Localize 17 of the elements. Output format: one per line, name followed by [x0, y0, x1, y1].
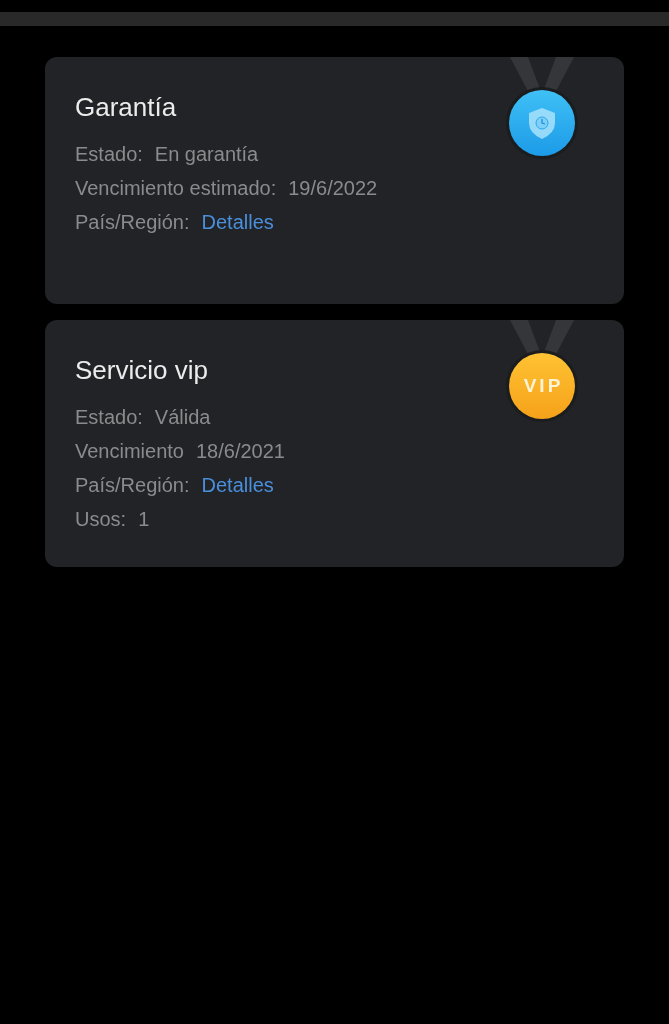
- details-link[interactable]: Detalles: [201, 209, 274, 235]
- field-value: 19/6/2022: [288, 176, 378, 201]
- field-label: Usos:: [75, 507, 127, 532]
- field-label: Estado:: [75, 142, 143, 167]
- field-label: Vencimiento estimado:: [75, 176, 277, 201]
- field-value: 18/6/2021: [195, 439, 285, 464]
- field-value: Válida: [154, 405, 211, 430]
- field-value: 1: [138, 507, 150, 532]
- card-title: Garantía: [75, 91, 177, 123]
- field-label: País/Región:: [75, 210, 190, 235]
- vip-label: VIP: [522, 374, 565, 398]
- field-value: En garantía: [154, 142, 259, 167]
- field-label: Estado:: [75, 405, 143, 430]
- details-link[interactable]: Detalles: [201, 472, 274, 498]
- field-label: País/Región:: [75, 473, 190, 498]
- card-title: Servicio vip: [75, 354, 208, 386]
- field-label: Vencimiento: [75, 439, 184, 464]
